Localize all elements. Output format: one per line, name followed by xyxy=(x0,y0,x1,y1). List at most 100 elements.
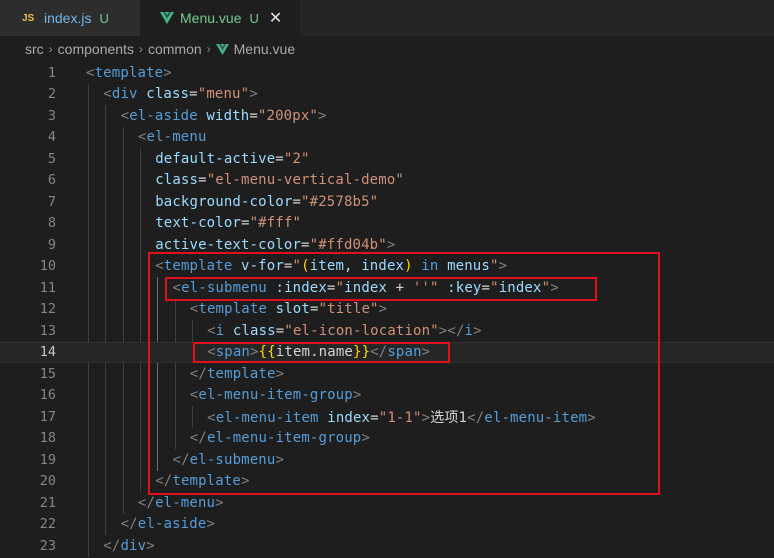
code-token: el-aside xyxy=(137,516,207,533)
editor-tab-bar: JS index.js U Menu.vue U ✕ xyxy=(0,0,774,36)
code-line[interactable]: 6 class="el-menu-vertical-demo" xyxy=(0,170,774,192)
code-token: "#2578b5" xyxy=(301,193,379,210)
code-token: "el-menu-vertical-demo" xyxy=(206,172,404,189)
line-number: 21 xyxy=(39,494,56,511)
code-token: "2" xyxy=(283,150,310,167)
code-text: </div> xyxy=(103,538,155,554)
code-token: </ xyxy=(137,494,156,511)
code-token: > xyxy=(206,516,215,533)
code-token: el-aside xyxy=(129,107,198,124)
line-number: 22 xyxy=(39,516,56,533)
breadcrumb: src › components › common › Menu.vue xyxy=(0,36,774,62)
code-token: </ xyxy=(103,537,121,554)
code-editor[interactable]: 1 <template> 2 <div class="menu"> 3 <el-aside… xyxy=(0,62,774,558)
code-text: background-color="#2578b5" xyxy=(155,194,378,210)
line-number: 17 xyxy=(39,408,56,425)
line-number: 1 xyxy=(47,64,56,81)
vue-logo-icon xyxy=(160,12,174,24)
code-text: class="el-menu-vertical-demo" xyxy=(155,172,404,188)
code-token: el-menu xyxy=(155,494,216,511)
code-line[interactable]: 7 background-color="#2578b5" xyxy=(0,191,774,213)
code-text: <el-menu xyxy=(138,129,207,145)
code-line[interactable]: 2 <div class="menu"> xyxy=(0,84,774,106)
code-token: text-color xyxy=(155,215,241,232)
line-number: 8 xyxy=(47,215,56,232)
code-line[interactable]: 23 </div> xyxy=(0,535,774,557)
code-token: width xyxy=(206,107,250,124)
highlight-box-submenu-line xyxy=(165,277,597,301)
tab-label: Menu.vue xyxy=(180,10,242,26)
line-number: 5 xyxy=(47,150,56,167)
code-token: = xyxy=(240,215,250,232)
code-token: = xyxy=(292,193,302,210)
line-number: 23 xyxy=(39,537,56,554)
code-token: el-menu xyxy=(146,129,207,146)
breadcrumb-common[interactable]: common xyxy=(148,41,202,57)
code-text: <el-aside width="200px"> xyxy=(121,108,327,124)
code-token: > xyxy=(249,86,258,103)
code-token: < xyxy=(120,107,130,124)
code-token: < xyxy=(103,86,112,103)
line-number: 7 xyxy=(47,193,56,210)
code-line[interactable]: 8 text-color="#fff" xyxy=(0,213,774,235)
untracked-badge: U xyxy=(249,10,259,26)
code-line[interactable]: 5 default-active="2" xyxy=(0,148,774,170)
code-token: = xyxy=(189,86,198,103)
code-token: </ xyxy=(120,516,138,533)
code-token: "#fff" xyxy=(249,215,302,232)
line-number: 15 xyxy=(39,365,56,382)
line-number: 16 xyxy=(39,387,56,404)
code-text: <div class="menu"> xyxy=(103,86,258,102)
code-token: "#ffd04b" xyxy=(309,236,387,253)
highlight-box-span-line xyxy=(193,342,450,363)
tab-index-js[interactable]: JS index.js U xyxy=(0,0,140,36)
code-token: div xyxy=(111,86,138,103)
code-token: template xyxy=(94,64,164,81)
breadcrumb-components[interactable]: components xyxy=(58,41,134,57)
code-token: div xyxy=(120,537,147,554)
line-number: 20 xyxy=(39,473,56,490)
javascript-file-icon: JS xyxy=(22,12,35,24)
line-number: 18 xyxy=(39,430,56,447)
code-line[interactable]: 21 </el-menu> xyxy=(0,492,774,514)
code-token: > xyxy=(215,494,224,511)
line-number: 9 xyxy=(47,236,56,253)
code-text: </el-aside> xyxy=(121,516,215,532)
code-token: = xyxy=(249,107,258,124)
code-token: class xyxy=(155,172,199,189)
close-icon[interactable]: ✕ xyxy=(269,8,282,28)
code-token: = xyxy=(301,236,310,253)
code-token: > xyxy=(163,64,172,81)
code-token: active-text-color xyxy=(155,236,302,253)
line-number: 6 xyxy=(47,172,56,189)
line-number: 3 xyxy=(47,107,56,124)
code-token: > xyxy=(386,236,396,253)
chevron-right-icon: › xyxy=(138,42,143,56)
code-token: = xyxy=(275,150,284,167)
code-token: > xyxy=(317,107,327,124)
line-number: 11 xyxy=(39,279,56,296)
line-number: 12 xyxy=(39,301,56,318)
code-line[interactable]: 22 </el-aside> xyxy=(0,514,774,536)
chevron-right-icon: › xyxy=(206,42,211,56)
line-number: 13 xyxy=(39,322,56,339)
vue-logo-icon xyxy=(215,43,229,55)
tab-menu-vue[interactable]: Menu.vue U ✕ xyxy=(140,0,300,36)
untracked-badge: U xyxy=(99,10,109,26)
breadcrumb-src[interactable]: src xyxy=(25,41,44,57)
chevron-right-icon: › xyxy=(48,42,53,56)
code-token: "menu" xyxy=(197,86,250,103)
line-number: 19 xyxy=(39,451,56,468)
line-number: 10 xyxy=(39,258,56,275)
code-text: active-text-color="#ffd04b"> xyxy=(155,237,395,253)
code-token: default-active xyxy=(155,150,276,167)
code-text: default-active="2" xyxy=(155,151,309,167)
code-text: </el-menu> xyxy=(138,495,224,511)
code-line[interactable]: 4 <el-menu xyxy=(0,127,774,149)
breadcrumb-file[interactable]: Menu.vue xyxy=(234,41,295,57)
code-line[interactable]: 1 <template> xyxy=(0,62,774,84)
code-token: < xyxy=(86,64,95,81)
code-line[interactable]: 3 <el-aside width="200px"> xyxy=(0,105,774,127)
code-token: = xyxy=(198,172,207,189)
